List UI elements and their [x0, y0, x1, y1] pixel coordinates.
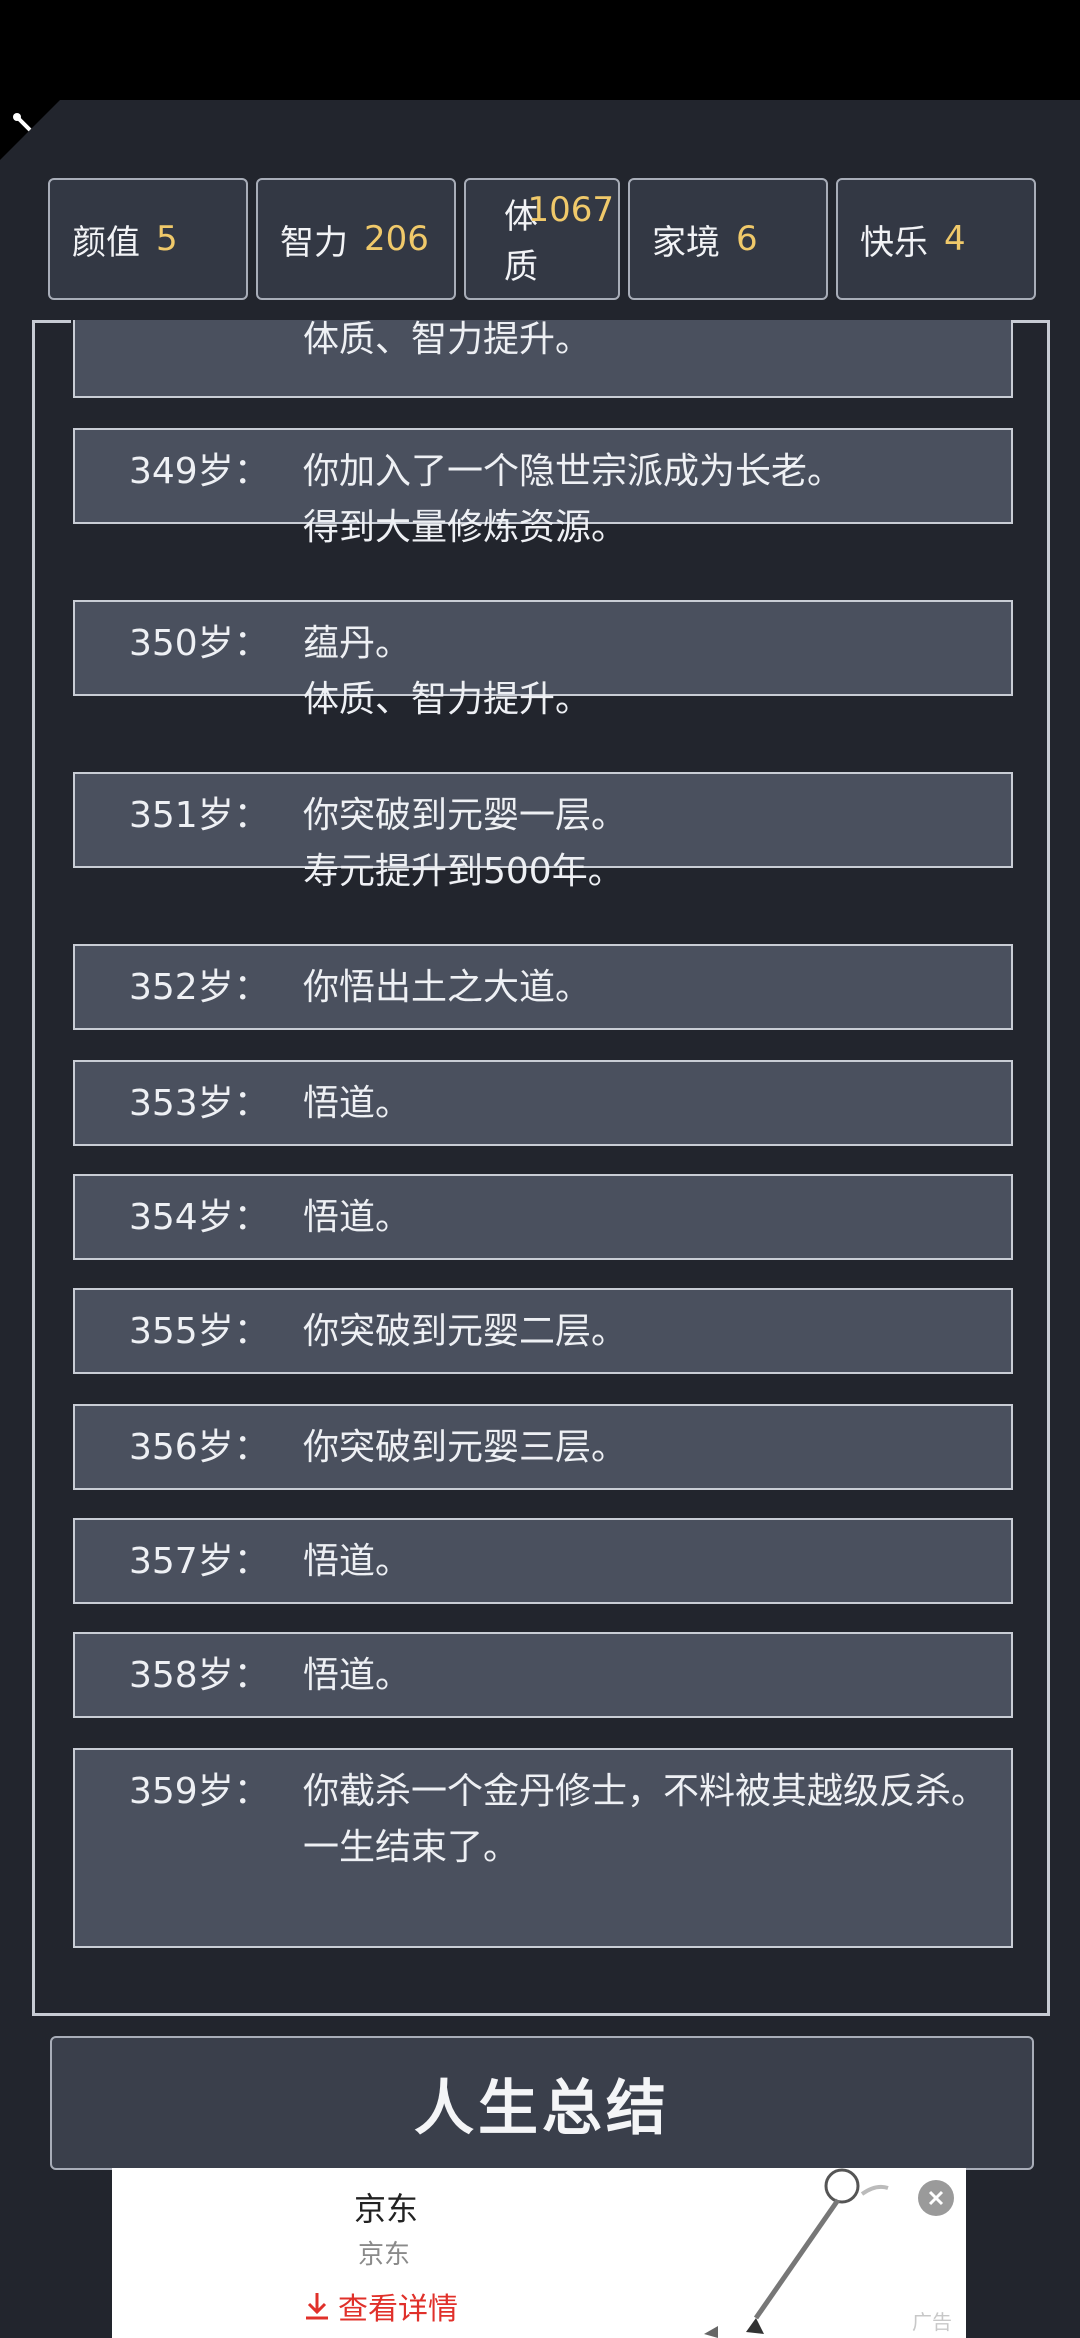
log-entry-text: 你悟出土之大道。 [303, 967, 592, 1008]
log-entry-age: 353岁： [129, 1083, 270, 1124]
log-entry: 350岁： 蕴丹。 体质、智力提升。 [73, 600, 1013, 720]
stat-label: 家境 [652, 222, 720, 263]
ad-detail-link[interactable]: 查看详情 [304, 2284, 458, 2328]
log-entry: 356岁： 你突破到元婴三层。 [73, 1404, 1013, 1490]
log-entry: 体质、智力提升。 [73, 320, 1013, 398]
stat-value: 5 [156, 219, 178, 259]
log-entry: 353岁： 悟道。 [73, 1060, 1013, 1146]
ad-subtitle: 京东 [358, 2240, 411, 2270]
stat-family: 家境 6 [628, 178, 828, 300]
stat-label: 快乐 [860, 222, 928, 263]
stat-happiness: 快乐 4 [836, 178, 1036, 300]
status-bar [0, 0, 1080, 100]
log-entry-age: 357岁： [129, 1541, 270, 1582]
log-entry: 359岁： 你截杀一个金丹修士，不料被其越级反杀。 一生结束了。 [73, 1748, 1013, 1948]
stat-intelligence: 智力 206 [256, 178, 456, 300]
ad-tag: 广告 [912, 2310, 952, 2334]
log-entry: 357岁： 悟道。 [73, 1518, 1013, 1604]
corner-tool-icon[interactable] [0, 100, 60, 160]
stat-constitution: 体质 1067 [464, 178, 620, 300]
log-entry-text: 你截杀一个金丹修士，不料被其越级反杀。 一生结束了。 [303, 1771, 988, 1868]
log-entry-age: 354岁： [129, 1197, 270, 1238]
log-entry-text: 悟道。 [303, 1083, 412, 1124]
log-entry-text: 蕴丹。 体质、智力提升。 [303, 623, 592, 720]
log-entry: 352岁： 你悟出土之大道。 [73, 944, 1013, 1030]
ad-detail-label: 查看详情 [338, 2292, 458, 2327]
product-image [704, 2168, 889, 2338]
log-entry: 358岁： 悟道。 [73, 1632, 1013, 1718]
stat-value: 4 [944, 219, 966, 259]
life-summary-button[interactable]: 人生总结 [50, 2036, 1034, 2170]
life-log-panel[interactable]: 体质、智力提升。 349岁： 你加入了一个隐世宗派成为长老。 得到大量修炼资源。… [32, 320, 1050, 2016]
stat-label: 颜值 [72, 222, 140, 263]
log-entry: 349岁： 你加入了一个隐世宗派成为长老。 得到大量修炼资源。 [73, 428, 1013, 548]
download-icon [306, 2293, 328, 2320]
log-entry-text: 你加入了一个隐世宗派成为长老。 得到大量修炼资源。 [303, 451, 844, 548]
log-entry-age: 350岁： [129, 623, 270, 664]
log-entry-age: 352岁： [129, 967, 270, 1008]
log-entry-text: 体质、智力提升。 [303, 320, 592, 360]
stat-label: 智力 [280, 222, 348, 263]
stat-value: 206 [364, 219, 429, 259]
stat-value: 6 [736, 219, 758, 259]
log-entry: 355岁： 你突破到元婴二层。 [73, 1288, 1013, 1374]
attribute-bar: 颜值 5 智力 206 体质 1067 家境 6 快乐 4 [48, 178, 1036, 300]
log-entry-text: 悟道。 [303, 1655, 412, 1696]
log-entry: 351岁： 你突破到元婴一层。 寿元提升到500年。 [73, 772, 1013, 892]
ad-title: 京东 [354, 2190, 419, 2228]
log-entry-age: 349岁： [129, 451, 270, 492]
log-entry-age: 355岁： [129, 1311, 270, 1352]
log-entry-age: 359岁： [129, 1771, 270, 1812]
log-entry: 354岁： 悟道。 [73, 1174, 1013, 1260]
log-entry-text: 你突破到元婴二层。 [303, 1311, 628, 1352]
log-entry-text: 悟道。 [303, 1197, 412, 1238]
log-entry-age: 351岁： [129, 795, 270, 836]
ad-banner[interactable]: 京东 京东 查看详情 广告 [112, 2168, 966, 2338]
stat-value: 1067 [527, 190, 614, 230]
log-entry-text: 你突破到元婴三层。 [303, 1427, 628, 1468]
ad-close-icon[interactable] [918, 2180, 954, 2216]
log-entry-age: 358岁： [129, 1655, 270, 1696]
log-entry-age: 356岁： [129, 1427, 270, 1468]
log-entry-text: 悟道。 [303, 1541, 412, 1582]
stat-appearance: 颜值 5 [48, 178, 248, 300]
log-entry-text: 你突破到元婴一层。 寿元提升到500年。 [303, 795, 628, 892]
